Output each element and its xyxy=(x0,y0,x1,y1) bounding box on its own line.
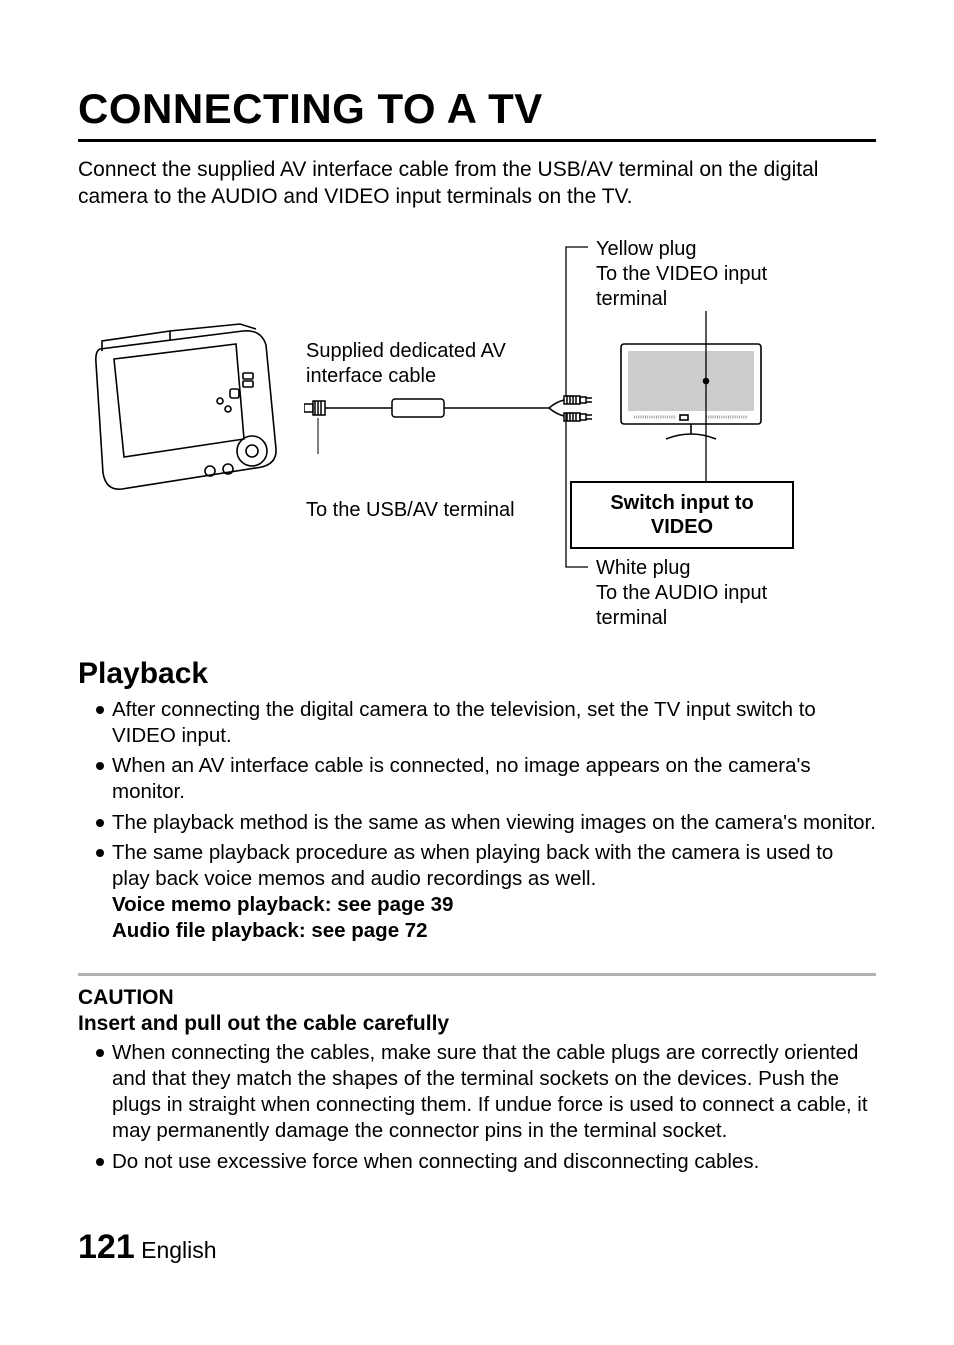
white-plug-line2: To the AUDIO input xyxy=(596,582,767,604)
cable-label-line1: Supplied dedicated AV xyxy=(306,340,506,362)
page-footer: 121 English xyxy=(78,1228,217,1267)
camera-icon xyxy=(88,321,298,496)
playback-item-1: After connecting the digital camera to t… xyxy=(96,697,876,749)
audio-file-ref: Audio file playback: see page 72 xyxy=(112,918,876,944)
cable-label: Supplied dedicated AV interface cable xyxy=(306,339,506,389)
page-number: 121 xyxy=(78,1228,135,1266)
switch-line2: VIDEO xyxy=(651,516,713,538)
cable-label-line2: interface cable xyxy=(306,365,436,387)
switch-line1: Switch input to xyxy=(610,492,753,514)
playback-item-2: When an AV interface cable is connected,… xyxy=(96,753,876,805)
playback-list: After connecting the digital camera to t… xyxy=(78,697,876,945)
page-title: CONNECTING TO A TV xyxy=(78,85,876,142)
playback-item-4-text: The same playback procedure as when play… xyxy=(112,841,833,890)
white-plug-label: White plug To the AUDIO input terminal xyxy=(596,556,767,631)
connection-diagram: Supplied dedicated AV interface cable xyxy=(78,231,876,631)
playback-item-3: The playback method is the same as when … xyxy=(96,810,876,836)
intro-text: Connect the supplied AV interface cable … xyxy=(78,156,876,211)
voice-memo-ref: Voice memo playback: see page 39 xyxy=(112,892,876,918)
caution-item-2: Do not use excessive force when connecti… xyxy=(96,1149,876,1175)
white-plug-line1: White plug xyxy=(596,557,691,579)
playback-item-4: The same playback procedure as when play… xyxy=(96,840,876,945)
white-plug-line3: terminal xyxy=(596,607,667,629)
caution-heading: CAUTION xyxy=(78,986,876,1010)
caution-subheading: Insert and pull out the cable carefully xyxy=(78,1012,876,1036)
usb-terminal-label: To the USB/AV terminal xyxy=(306,499,515,522)
page-language: English xyxy=(141,1237,216,1263)
caution-list: When connecting the cables, make sure th… xyxy=(78,1040,876,1175)
divider xyxy=(78,973,876,976)
caution-item-1: When connecting the cables, make sure th… xyxy=(96,1040,876,1145)
playback-heading: Playback xyxy=(78,657,876,691)
switch-input-box: Switch input to VIDEO xyxy=(570,481,794,549)
